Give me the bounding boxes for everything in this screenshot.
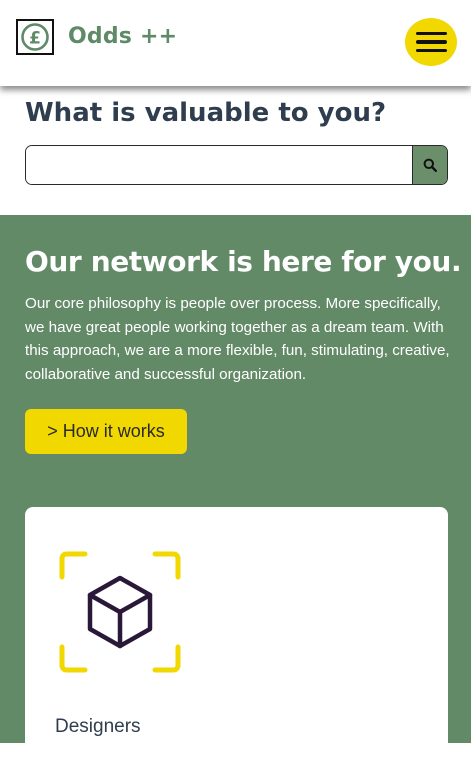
hamburger-menu-icon [415, 31, 447, 36]
hamburger-menu-icon-bar [415, 40, 447, 44]
network-section: Our network is here for you. Our core ph… [0, 215, 471, 767]
search-bar [25, 145, 448, 185]
search-icon [423, 158, 437, 172]
pound-coin-icon: £ [21, 23, 49, 51]
network-description: Our core philosophy is people over proce… [25, 295, 450, 383]
search-heading: What is valuable to you? [25, 98, 387, 128]
svg-text:£: £ [29, 29, 41, 49]
site-header: £ Odds ++ [0, 0, 471, 86]
menu-button[interactable] [405, 18, 457, 66]
search-button[interactable] [412, 146, 447, 184]
logo-icon-box[interactable]: £ [16, 19, 54, 55]
how-it-works-button[interactable]: > How it works [25, 409, 187, 454]
network-title: Our network is here for you. [25, 245, 462, 278]
cube-icon [59, 551, 181, 673]
site-logo-text[interactable]: Odds ++ [68, 24, 177, 49]
search-input[interactable] [26, 146, 412, 184]
hamburger-menu-icon-bar [415, 48, 447, 53]
designers-card[interactable]: Designers [25, 507, 448, 767]
card-label-designers: Designers [55, 716, 141, 737]
